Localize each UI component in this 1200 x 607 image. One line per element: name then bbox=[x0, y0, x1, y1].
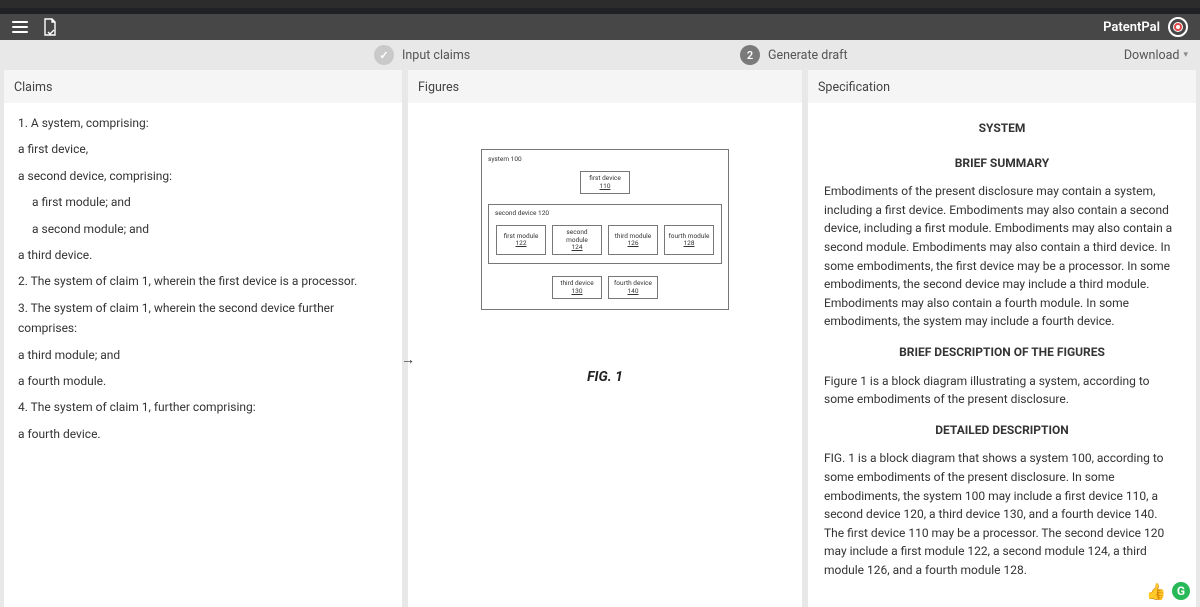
document-icon[interactable] bbox=[42, 18, 58, 36]
spec-heading-summary: BRIEF SUMMARY bbox=[824, 154, 1180, 173]
steps-bar: ✓ Input claims 2 Generate draft Download… bbox=[0, 40, 1200, 70]
brand-name: PatentPal bbox=[1103, 20, 1160, 35]
module-box: third module126 bbox=[608, 225, 658, 255]
figure-caption: FIG. 1 bbox=[587, 366, 623, 390]
claims-body[interactable]: 1. A system, comprising: a first device, a… bbox=[4, 103, 402, 460]
arrow-right-icon[interactable]: → bbox=[399, 350, 417, 368]
check-icon: ✓ bbox=[374, 45, 394, 65]
figures-panel: → Figures system 100 first device 110 se… bbox=[408, 70, 802, 607]
block-diagram[interactable]: system 100 first device 110 second devic… bbox=[481, 149, 729, 310]
specification-panel: Specification SYSTEM BRIEF SUMMARY Embod… bbox=[808, 70, 1196, 607]
step-input-claims[interactable]: ✓ Input claims bbox=[374, 45, 470, 65]
thumbs-up-icon[interactable]: 👍 bbox=[1146, 582, 1166, 601]
box-num: 110 bbox=[600, 183, 611, 190]
claim-line: a third module; and bbox=[18, 345, 388, 365]
claim-line: a first device, bbox=[18, 139, 388, 159]
claim-line: 1. A system, comprising: bbox=[18, 113, 388, 133]
menu-icon[interactable] bbox=[12, 21, 28, 33]
second-device-label: second device 120 bbox=[495, 208, 715, 219]
claim-line: a fourth module. bbox=[18, 371, 388, 391]
corner-icons: 👍 G bbox=[1146, 582, 1190, 601]
step-label: Generate draft bbox=[768, 48, 848, 63]
claim-line: a first module; and bbox=[18, 192, 388, 212]
module-box: first module122 bbox=[496, 225, 546, 255]
spec-paragraph: FIG. 1 is a block diagram that shows a s… bbox=[824, 449, 1180, 579]
chevron-down-icon: ▾ bbox=[1183, 50, 1188, 60]
claims-header: Claims bbox=[4, 70, 402, 103]
claims-panel: Claims 1. A system, comprising: a first d… bbox=[4, 70, 402, 607]
download-label: Download bbox=[1124, 48, 1180, 63]
claim-line: 3. The system of claim 1, wherein the se… bbox=[18, 298, 388, 339]
spec-heading-detail: DETAILED DESCRIPTION bbox=[824, 421, 1180, 440]
claim-line: a fourth device. bbox=[18, 424, 388, 444]
specification-header: Specification bbox=[808, 70, 1196, 103]
figures-body: system 100 first device 110 second devic… bbox=[408, 103, 802, 400]
step-label: Input claims bbox=[402, 48, 470, 63]
browser-tabstrip bbox=[0, 0, 1200, 8]
spec-heading-figures: BRIEF DESCRIPTION OF THE FIGURES bbox=[824, 343, 1180, 362]
device-box: fourth device140 bbox=[608, 276, 658, 299]
brand-logo-icon bbox=[1168, 17, 1188, 37]
device-box: third device130 bbox=[552, 276, 602, 299]
module-box: fourth module128 bbox=[664, 225, 714, 255]
second-device-box: second device 120 first module122second … bbox=[488, 204, 722, 264]
main-columns: Claims 1. A system, comprising: a first d… bbox=[0, 70, 1200, 607]
step-number: 2 bbox=[740, 45, 760, 65]
claim-line: a second device, comprising: bbox=[18, 166, 388, 186]
spec-paragraph: Embodiments of the present disclosure ma… bbox=[824, 182, 1180, 331]
app-header: PatentPal bbox=[0, 14, 1200, 40]
spec-paragraph: Figure 1 is a block diagram illustrating… bbox=[824, 372, 1180, 409]
module-box: second module124 bbox=[552, 225, 602, 255]
grammarly-icon[interactable]: G bbox=[1172, 582, 1190, 600]
spec-doc-title: SYSTEM bbox=[824, 119, 1180, 138]
claim-line: 4. The system of claim 1, further compri… bbox=[18, 397, 388, 417]
figures-header: Figures bbox=[408, 70, 802, 103]
specification-body[interactable]: SYSTEM BRIEF SUMMARY Embodiments of the … bbox=[808, 103, 1196, 599]
system-label: system 100 bbox=[488, 154, 722, 165]
step-generate-draft[interactable]: 2 Generate draft bbox=[740, 45, 848, 65]
claim-line: 2. The system of claim 1, wherein the fi… bbox=[18, 271, 388, 291]
download-menu[interactable]: Download ▾ bbox=[1124, 48, 1188, 63]
first-device-box: first device 110 bbox=[580, 171, 630, 194]
claim-line: a second module; and bbox=[18, 219, 388, 239]
claim-line: a third device. bbox=[18, 245, 388, 265]
